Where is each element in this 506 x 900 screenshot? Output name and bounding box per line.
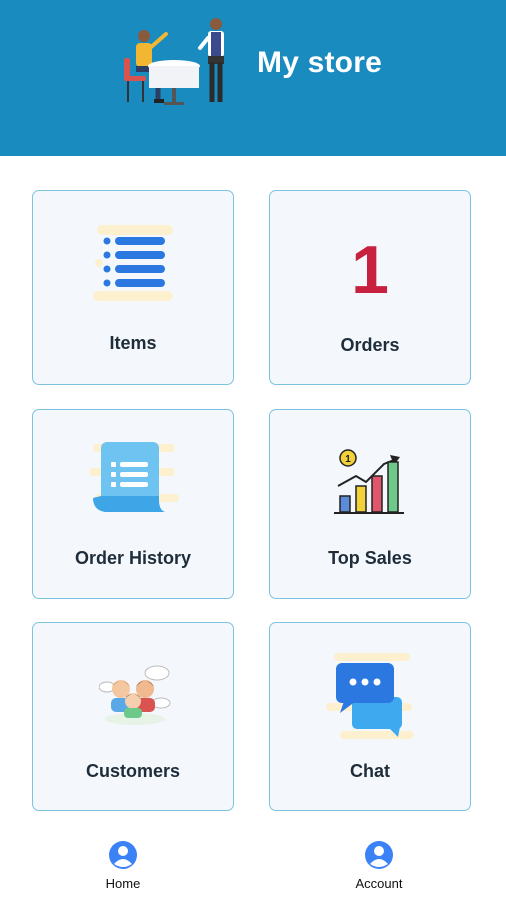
nav-account[interactable]: Account xyxy=(329,840,429,891)
items-label: Items xyxy=(109,333,157,353)
nav-home[interactable]: Home xyxy=(73,840,173,891)
nav-account-label: Account xyxy=(355,876,403,891)
chat-tile[interactable]: Chat xyxy=(269,622,471,811)
orders-tile[interactable]: 1 Orders xyxy=(269,190,471,385)
order-history-label: Order History xyxy=(74,548,192,568)
top-sales-tile[interactable]: 1 Top Sales xyxy=(269,409,471,599)
receipt-icon xyxy=(89,442,179,512)
customers-tile[interactable]: Customers xyxy=(32,622,234,811)
user-circle-icon xyxy=(365,841,393,869)
header-bar: My store xyxy=(0,0,506,156)
list-icon xyxy=(93,225,173,301)
store-clerk-illustration xyxy=(124,18,224,105)
orders-label: Orders xyxy=(340,335,400,355)
user-circle-icon xyxy=(109,841,137,869)
chat-label: Chat xyxy=(350,761,390,781)
bar-chart-growth-icon: 1 xyxy=(334,449,404,514)
order-count-badge: 1 xyxy=(351,232,389,308)
top-sales-label: Top Sales xyxy=(328,548,412,568)
order-history-tile[interactable]: Order History xyxy=(32,409,234,599)
svg-text:1: 1 xyxy=(345,454,351,465)
items-tile[interactable]: Items xyxy=(32,190,234,385)
customers-label: Customers xyxy=(85,761,181,781)
chat-bubbles-icon xyxy=(326,653,414,739)
page-title: My store xyxy=(257,46,382,79)
customers-group-icon xyxy=(99,665,171,725)
nav-home-label: Home xyxy=(105,876,141,891)
bottom-nav: Home Account xyxy=(0,828,506,900)
